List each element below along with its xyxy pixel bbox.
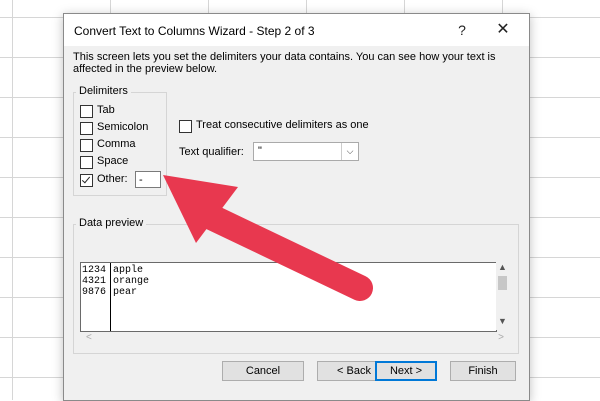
text-qualifier-value: ": [258, 145, 262, 157]
treat-consecutive-label: Treat consecutive delimiters as one: [196, 119, 369, 131]
tab-label: Tab: [97, 104, 115, 116]
scroll-left-icon[interactable]: <: [86, 332, 92, 343]
other-label: Other:: [97, 173, 128, 185]
chevron-down-icon[interactable]: ⌵: [341, 143, 358, 160]
scroll-down-icon[interactable]: ▼: [498, 316, 507, 326]
preview-cell: 9876: [82, 287, 107, 298]
comma-label: Comma: [97, 138, 136, 150]
cancel-button[interactable]: Cancel: [222, 361, 304, 381]
preview-cell: pear: [113, 287, 138, 298]
text-qualifier-label: Text qualifier:: [179, 146, 244, 158]
preview-cell: apple: [113, 265, 144, 276]
scroll-thumb[interactable]: [498, 276, 507, 290]
data-preview-pane[interactable]: 1234 4321 9876 apple orange pear: [80, 262, 497, 332]
next-button[interactable]: Next >: [375, 361, 437, 381]
tab-checkbox[interactable]: [80, 105, 93, 118]
semicolon-checkbox[interactable]: [80, 122, 93, 135]
text-qualifier-select[interactable]: " ⌵: [253, 142, 359, 161]
semicolon-label: Semicolon: [97, 121, 149, 133]
dialog-description: This screen lets you set the delimiters …: [73, 51, 496, 75]
scroll-up-icon[interactable]: ▲: [498, 262, 507, 272]
data-preview-legend: Data preview: [76, 217, 147, 229]
other-delimiter-input[interactable]: -: [135, 171, 161, 188]
dialog-title: Convert Text to Columns Wizard - Step 2 …: [74, 24, 315, 38]
preview-column-1: 1234 4321 9876: [82, 265, 106, 298]
finish-button[interactable]: Finish: [450, 361, 516, 381]
scroll-right-icon[interactable]: >: [498, 332, 504, 343]
treat-consecutive-checkbox[interactable]: [179, 120, 192, 133]
text-to-columns-dialog: Convert Text to Columns Wizard - Step 2 …: [63, 13, 530, 401]
close-button[interactable]: ✕: [492, 20, 514, 40]
other-checkbox[interactable]: [80, 174, 93, 187]
delimiters-legend: Delimiters: [76, 85, 131, 97]
space-checkbox[interactable]: [80, 156, 93, 169]
dialog-titlebar: Convert Text to Columns Wizard - Step 2 …: [64, 14, 529, 46]
column-break-line[interactable]: [110, 263, 111, 331]
help-button[interactable]: ?: [452, 20, 472, 40]
preview-cell: 4321: [82, 276, 107, 287]
preview-horizontal-scrollbar[interactable]: < >: [80, 331, 510, 345]
preview-column-2: apple orange pear: [113, 265, 149, 298]
preview-vertical-scrollbar[interactable]: ▲ ▼: [496, 262, 510, 330]
comma-checkbox[interactable]: [80, 139, 93, 152]
space-label: Space: [97, 155, 129, 167]
preview-cell: 1234: [82, 265, 107, 276]
preview-cell: orange: [113, 276, 150, 287]
